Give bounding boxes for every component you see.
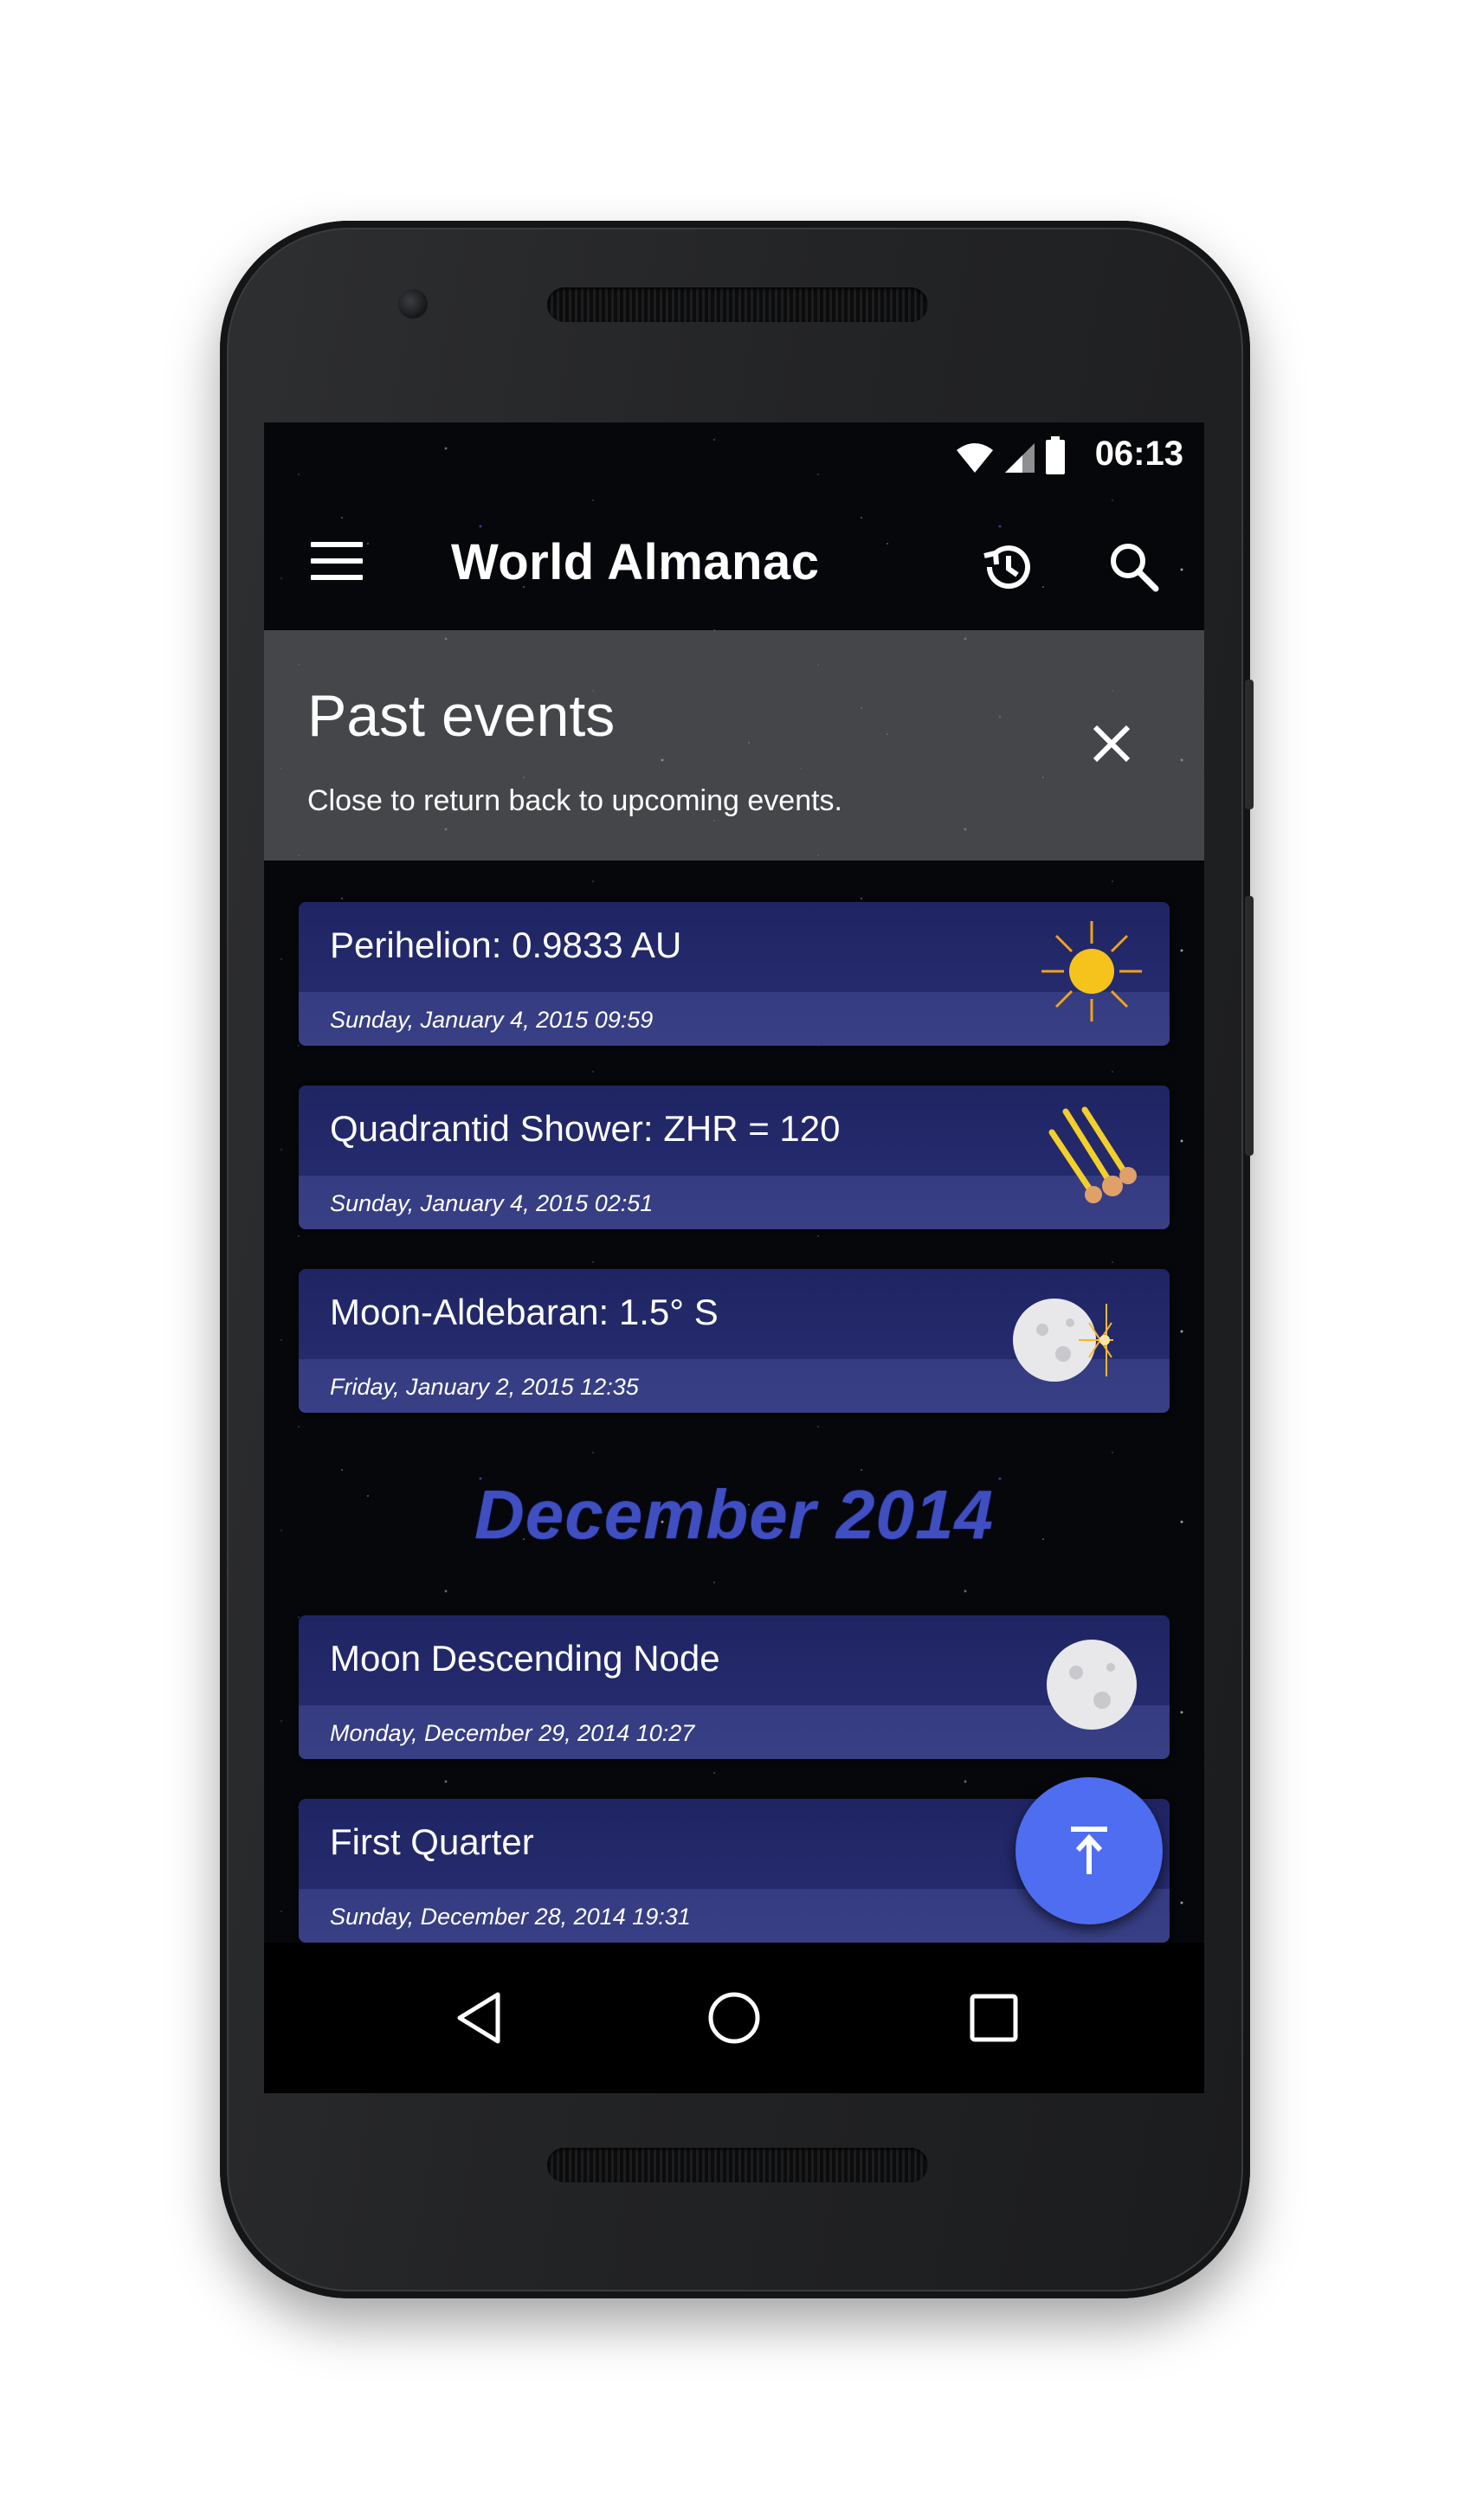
event-title: First Quarter bbox=[330, 1821, 534, 1862]
event-date: Monday, December 29, 2014 10:27 bbox=[330, 1720, 695, 1746]
banner-title: Past events bbox=[307, 683, 616, 749]
signal-icon bbox=[1005, 443, 1035, 473]
event-card[interactable]: Quadrantid Shower: ZHR = 120 Sunday, Jan… bbox=[299, 1086, 1170, 1229]
event-title: Moon-Aldebaran: 1.5° S bbox=[330, 1292, 719, 1332]
past-events-banner: Past events Close to return back to upco… bbox=[264, 630, 1204, 860]
sun-icon bbox=[1041, 921, 1142, 1022]
close-icon[interactable] bbox=[1088, 720, 1135, 767]
banner-subtitle: Close to return back to upcoming events. bbox=[307, 784, 842, 817]
meteor-shower-icon bbox=[1048, 1106, 1137, 1203]
phone-frame: 06:13 World Almanac Past events Close to… bbox=[220, 221, 1254, 2298]
event-card[interactable]: Moon-Aldebaran: 1.5° S Friday, January 2… bbox=[299, 1269, 1170, 1413]
navigation-bar bbox=[264, 1943, 1204, 2093]
event-card[interactable]: Moon Descending Node Monday, December 29… bbox=[299, 1615, 1170, 1759]
event-date: Friday, January 2, 2015 12:35 bbox=[330, 1374, 639, 1400]
moon-icon bbox=[1047, 1640, 1137, 1730]
volume-button bbox=[1245, 896, 1254, 1156]
status-time: 06:13 bbox=[1094, 435, 1183, 473]
event-card[interactable]: Perihelion: 0.9833 AU Sunday, January 4,… bbox=[299, 902, 1170, 1046]
month-header: December 2014 bbox=[474, 1476, 995, 1553]
battery-icon bbox=[1046, 436, 1065, 474]
status-icons bbox=[955, 436, 1066, 474]
wifi-icon bbox=[957, 443, 993, 473]
back-icon[interactable] bbox=[449, 1988, 510, 2048]
event-date: Sunday, December 28, 2014 19:31 bbox=[330, 1904, 691, 1930]
event-date: Sunday, January 4, 2015 02:51 bbox=[330, 1190, 654, 1216]
front-camera bbox=[398, 289, 428, 319]
event-title: Quadrantid Shower: ZHR = 120 bbox=[330, 1108, 841, 1149]
power-button bbox=[1245, 680, 1254, 809]
menu-icon[interactable] bbox=[311, 542, 363, 580]
status-bar: 06:13 bbox=[264, 422, 1204, 492]
scroll-to-top-icon bbox=[1071, 1827, 1107, 1874]
home-icon[interactable] bbox=[704, 1988, 764, 2048]
screen: 06:13 World Almanac Past events Close to… bbox=[264, 422, 1204, 2093]
app-title: World Almanac bbox=[451, 534, 820, 590]
bottom-speaker bbox=[547, 2148, 928, 2182]
event-title: Moon Descending Node bbox=[330, 1638, 720, 1679]
search-icon[interactable] bbox=[1104, 537, 1164, 597]
app-bar: World Almanac bbox=[264, 492, 1204, 630]
top-speaker bbox=[547, 287, 928, 322]
moon-star-icon bbox=[1013, 1299, 1113, 1382]
event-title: Perihelion: 0.9833 AU bbox=[330, 925, 682, 965]
history-icon[interactable] bbox=[977, 537, 1038, 597]
recents-icon[interactable] bbox=[964, 1988, 1024, 2048]
event-date: Sunday, January 4, 2015 09:59 bbox=[330, 1007, 654, 1033]
scroll-to-top-button[interactable] bbox=[1015, 1777, 1163, 1924]
